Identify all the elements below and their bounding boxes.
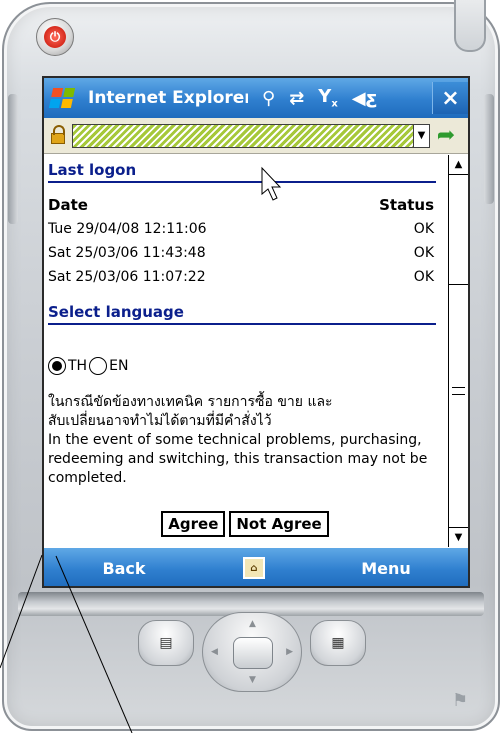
vertical-scrollbar[interactable]: ▲ ▼ (448, 155, 468, 547)
signal-off-icon[interactable]: Yx (318, 86, 338, 110)
page-content: Last logon Date Status Tue 29/04/08 12:1… (44, 155, 446, 547)
action-buttons: Agree Not Agree (44, 511, 446, 537)
logon-date: Sat 25/03/06 11:43:48 (48, 245, 206, 261)
last-logon-section: Last logon (44, 161, 446, 183)
radio-label-th: TH (68, 358, 88, 374)
logon-date: Tue 29/04/08 12:11:06 (48, 221, 207, 237)
scroll-thumb[interactable] (449, 175, 468, 285)
not-agree-button[interactable]: Not Agree (229, 511, 329, 537)
hardware-right-softkey[interactable]: ▦ (310, 620, 366, 666)
section-title-last-logon: Last logon (48, 161, 137, 179)
dpad-center-button[interactable] (233, 637, 273, 669)
language-section: Select language (44, 303, 446, 325)
input-panel-button[interactable]: ⌂ (204, 557, 304, 579)
section-title-language: Select language (48, 303, 184, 321)
logon-status: OK (413, 269, 434, 285)
hardware-buttons: ▤ ▲ ▼ ◀ ▶ ▦ (138, 612, 366, 692)
power-icon: ⏻ (44, 26, 66, 48)
column-header-status: Status (379, 196, 434, 214)
notice-text: ในกรณีขัดข้องทางเทคนิค รายการซื้อ ขาย แล… (48, 393, 442, 488)
table-row: Tue 29/04/08 12:11:06 OK (48, 217, 434, 241)
sync-icon[interactable]: ⇄ (289, 88, 304, 109)
logon-date: Sat 25/03/06 11:07:22 (48, 269, 206, 285)
notice-english: In the event of some technical problems,… (48, 432, 428, 486)
go-arrow-icon[interactable]: ➦ (430, 118, 462, 154)
title-bar: Internet Explorer ⚲ ⇄ Yx ◀ƹ × (44, 78, 468, 118)
input-panel-icon: ⌂ (243, 557, 265, 579)
dpad-right-icon: ▶ (286, 647, 293, 657)
logon-table: Date Status Tue 29/04/08 12:11:06 OK Sat… (48, 193, 434, 289)
close-button[interactable]: × (432, 82, 468, 114)
side-grip-left (8, 94, 18, 224)
volume-icon[interactable]: ◀ƹ (352, 88, 377, 109)
device-screen: Internet Explorer ⚲ ⇄ Yx ◀ƹ × ▼ ➦ Last l… (42, 76, 470, 588)
softkey-back[interactable]: Back (44, 559, 204, 578)
radio-label-en: EN (109, 358, 129, 374)
section-divider (48, 323, 436, 325)
address-input[interactable] (72, 123, 414, 148)
windows-flag-icon[interactable] (44, 78, 80, 118)
scroll-up-arrow-icon[interactable]: ▲ (449, 155, 468, 175)
softkey-menu[interactable]: Menu (304, 559, 468, 578)
contact-card-icon: ▤ (159, 635, 173, 651)
language-options: TH EN (48, 357, 128, 375)
hardware-left-softkey[interactable]: ▤ (138, 620, 194, 666)
logon-status: OK (413, 245, 434, 261)
side-grip-right (484, 94, 494, 204)
calendar-grid-icon: ▦ (331, 635, 345, 651)
table-row: Sat 25/03/06 11:07:22 OK (48, 265, 434, 289)
logon-status: OK (413, 221, 434, 237)
stylus-slot (454, 0, 486, 52)
column-header-date: Date (48, 196, 88, 214)
app-title: Internet Explorer (88, 88, 248, 108)
power-button[interactable]: ⏻ (36, 18, 74, 56)
table-row: Sat 25/03/06 11:43:48 OK (48, 241, 434, 265)
agree-button[interactable]: Agree (161, 511, 226, 537)
radio-en[interactable] (89, 357, 108, 375)
notice-thai-line2: สับเปลี่ยนอาจทำไม่ได้ตามที่มีคำสั่งไว้ (48, 413, 272, 429)
dpad-up-icon: ▲ (249, 619, 256, 629)
connectivity-icon[interactable]: ⚲ (262, 88, 275, 109)
dpad-down-icon: ▼ (249, 675, 256, 685)
dpad-left-icon: ◀ (211, 647, 218, 657)
table-header: Date Status (48, 193, 434, 217)
system-tray: ⚲ ⇄ Yx ◀ƹ (262, 86, 377, 110)
softkey-bar: Back ⌂ Menu (44, 548, 468, 586)
lock-icon (44, 118, 72, 154)
dpad[interactable]: ▲ ▼ ◀ ▶ (202, 612, 302, 692)
scroll-grip-icon (452, 387, 465, 395)
scroll-down-arrow-icon[interactable]: ▼ (449, 527, 468, 547)
address-dropdown-button[interactable]: ▼ (414, 123, 430, 148)
notice-thai-line1: ในกรณีขัดข้องทางเทคนิค รายการซื้อ ขาย แล… (48, 394, 333, 410)
address-bar: ▼ ➦ (44, 118, 468, 154)
windows-logo-icon: ⚑ (452, 690, 469, 711)
section-divider (48, 181, 436, 183)
radio-th[interactable] (48, 357, 66, 375)
